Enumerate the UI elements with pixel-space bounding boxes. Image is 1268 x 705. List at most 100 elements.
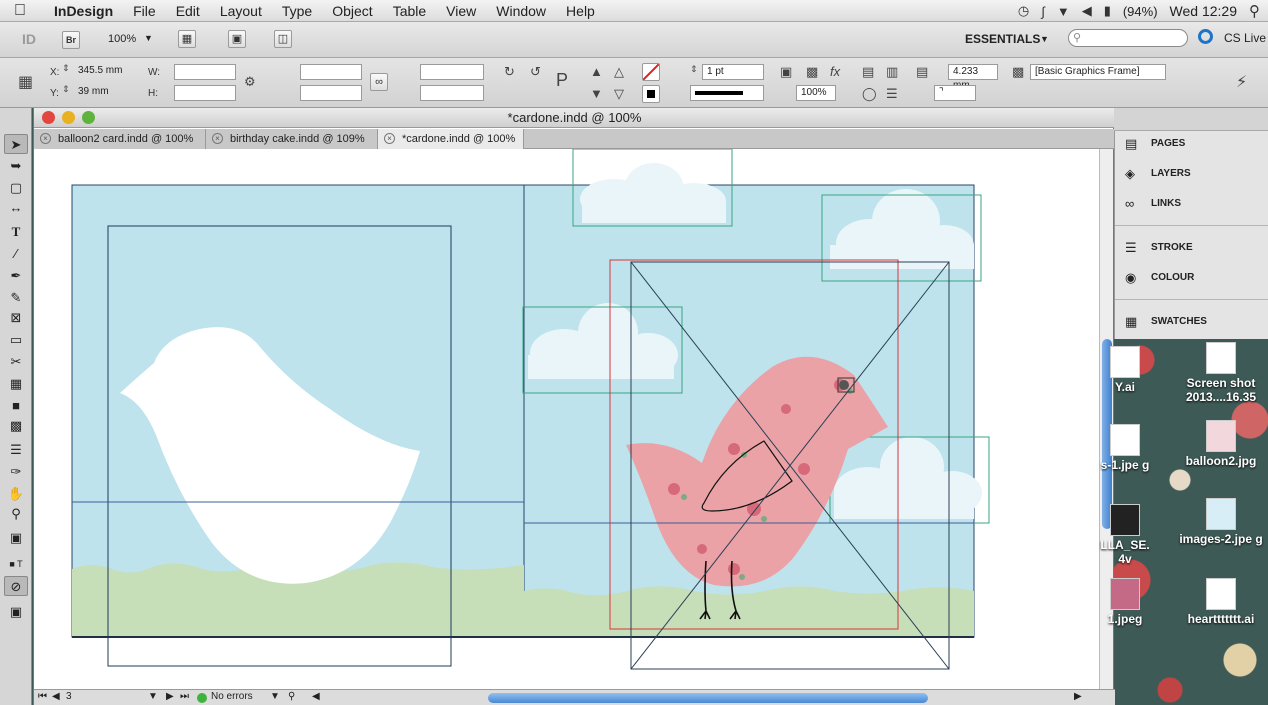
stroke-type-select[interactable]: [690, 85, 764, 101]
rotate-ccw-icon[interactable]: ↺: [530, 64, 541, 80]
gap-tool-icon[interactable]: ↔: [4, 198, 28, 218]
direct-selection-tool-icon[interactable]: ➥: [4, 156, 28, 176]
stroke-swatch[interactable]: [642, 85, 660, 103]
tab-close-icon[interactable]: ×: [212, 133, 223, 144]
opacity-field[interactable]: 100%: [796, 85, 836, 101]
panel-links[interactable]: ∞ LINKS: [1125, 194, 1181, 214]
desktop-file-heart-ai[interactable]: hearttttttt.ai: [1178, 578, 1264, 626]
spotlight-icon[interactable]: ⚲: [1249, 2, 1260, 20]
time-machine-icon[interactable]: ◷: [1018, 3, 1029, 19]
scale-x-field[interactable]: [300, 64, 362, 80]
gradient-tool-icon[interactable]: ■: [4, 396, 28, 416]
gradient-feather-tool-icon[interactable]: ▩: [4, 416, 28, 436]
pencil-tool-icon[interactable]: ✎: [4, 288, 28, 308]
flip-icon[interactable]: P: [556, 70, 568, 91]
preflight-dropdown-icon[interactable]: ▼: [270, 691, 280, 702]
panel-pages[interactable]: ▤ PAGES: [1125, 134, 1185, 154]
stroke-weight-stepper-icon[interactable]: ⇕: [690, 64, 698, 75]
tab-close-icon[interactable]: ×: [384, 133, 395, 144]
text-wrap-jump-icon[interactable]: ☰: [886, 86, 898, 102]
menu-layout[interactable]: Layout: [210, 3, 272, 19]
clock[interactable]: Wed 12:29: [1170, 3, 1237, 19]
menu-table[interactable]: Table: [383, 3, 436, 19]
spread-artwork[interactable]: [34, 149, 1101, 689]
shear-field[interactable]: [420, 85, 484, 101]
text-wrap-none-icon[interactable]: ▤: [862, 64, 874, 80]
panel-layers[interactable]: ◈ LAYERS: [1125, 164, 1191, 184]
effects-icon[interactable]: fx: [830, 64, 840, 79]
screen-mode-tool-icon[interactable]: ▣: [4, 602, 28, 622]
object-style-select[interactable]: [Basic Graphics Frame]: [1030, 64, 1166, 80]
scissors-tool-icon[interactable]: ✂: [4, 352, 28, 372]
apply-none-icon[interactable]: ⊘: [4, 576, 28, 596]
object-style-icon[interactable]: ▩: [1012, 64, 1024, 80]
preflight-status[interactable]: No errors: [211, 691, 253, 702]
view-options-icon[interactable]: ▦: [178, 30, 196, 48]
bluetooth-icon[interactable]: ∫: [1041, 4, 1045, 19]
panel-swatches[interactable]: ▦ SWATCHES: [1125, 312, 1207, 332]
corner-options-icon[interactable]: ▣: [780, 64, 792, 80]
last-page-icon[interactable]: ⏭: [180, 691, 189, 702]
apply-color-icon[interactable]: ■ T: [4, 554, 28, 574]
fill-stroke-icon[interactable]: ▣: [4, 528, 28, 548]
x-stepper-icon[interactable]: ⇕: [62, 63, 70, 74]
select-content-icon[interactable]: ▼: [590, 86, 603, 101]
close-window-icon[interactable]: [42, 111, 55, 124]
corner-shape-select[interactable]: ⌝: [934, 85, 976, 101]
scroll-left-icon[interactable]: ◀: [312, 691, 320, 702]
scale-y-field[interactable]: [300, 85, 362, 101]
screen-mode-icon[interactable]: ▣: [228, 30, 246, 48]
first-page-icon[interactable]: ⏮: [38, 691, 47, 702]
menu-help[interactable]: Help: [556, 3, 605, 19]
open-preflight-icon[interactable]: ⚲: [288, 691, 295, 702]
fitting-icon[interactable]: ▤: [916, 64, 928, 80]
desktop-file-screenshot[interactable]: Screen shot 2013....16.35: [1178, 342, 1264, 404]
menu-object[interactable]: Object: [322, 3, 382, 19]
minimize-window-icon[interactable]: [62, 111, 75, 124]
reference-point-icon[interactable]: ▦: [18, 72, 33, 92]
zoom-level[interactable]: 100%: [108, 33, 136, 45]
zoom-dropdown-icon[interactable]: ▼: [144, 33, 153, 43]
pasteboard[interactable]: [34, 149, 1101, 689]
tab-close-icon[interactable]: ×: [40, 133, 51, 144]
arrange-documents-icon[interactable]: ◫: [274, 30, 292, 48]
zoom-tool-icon[interactable]: ⚲: [4, 504, 28, 524]
menu-app-name[interactable]: InDesign: [40, 3, 123, 19]
tab-balloon2-card[interactable]: × balloon2 card.indd @ 100%: [34, 129, 206, 149]
scroll-right-icon[interactable]: ▶: [1074, 691, 1082, 702]
lightning-icon[interactable]: ⚡: [1236, 72, 1247, 92]
page-dropdown-icon[interactable]: ▼: [148, 691, 158, 702]
desktop-file-balloon2-jpg[interactable]: balloon2.jpg: [1178, 420, 1264, 468]
text-wrap-shape-icon[interactable]: ◯: [862, 86, 877, 102]
next-page-icon[interactable]: ▶: [166, 691, 174, 702]
eyedropper-tool-icon[interactable]: ✑: [4, 462, 28, 482]
height-field[interactable]: [174, 85, 236, 101]
y-stepper-icon[interactable]: ⇕: [62, 84, 70, 95]
pen-tool-icon[interactable]: ✒: [4, 266, 28, 286]
fill-swatch[interactable]: [642, 63, 660, 81]
rectangle-tool-icon[interactable]: ▭: [4, 330, 28, 350]
search-input[interactable]: ⚲: [1068, 29, 1188, 47]
volume-icon[interactable]: ◀: [1082, 3, 1092, 19]
rectangle-frame-tool-icon[interactable]: ⊠: [4, 308, 28, 328]
cs-live-icon[interactable]: [1198, 29, 1213, 44]
desktop-file-lla-se[interactable]: LLA_SE. 4v: [1100, 504, 1150, 566]
tab-cardone[interactable]: × *cardone.indd @ 100%: [378, 129, 524, 149]
cs-live-button[interactable]: CS Live: [1224, 31, 1266, 45]
wifi-icon[interactable]: ▼: [1057, 4, 1070, 19]
previous-page-icon[interactable]: ◀: [52, 691, 60, 702]
line-tool-icon[interactable]: ∕: [4, 244, 28, 264]
menu-view[interactable]: View: [436, 3, 486, 19]
select-container-icon[interactable]: ▲: [590, 64, 603, 79]
stroke-weight-field[interactable]: 1 pt: [702, 64, 764, 80]
zoom-window-icon[interactable]: [82, 111, 95, 124]
panel-stroke[interactable]: ☰ STROKE: [1125, 238, 1193, 258]
select-previous-icon[interactable]: ▽: [614, 86, 624, 102]
free-transform-tool-icon[interactable]: ▦: [4, 374, 28, 394]
type-tool-icon[interactable]: T: [4, 222, 28, 242]
page-tool-icon[interactable]: ▢: [4, 178, 28, 198]
menu-edit[interactable]: Edit: [166, 3, 210, 19]
apple-icon[interactable]: : [0, 2, 40, 20]
x-position-field[interactable]: 345.5 mm: [74, 64, 138, 80]
hand-tool-icon[interactable]: ✋: [4, 484, 28, 504]
